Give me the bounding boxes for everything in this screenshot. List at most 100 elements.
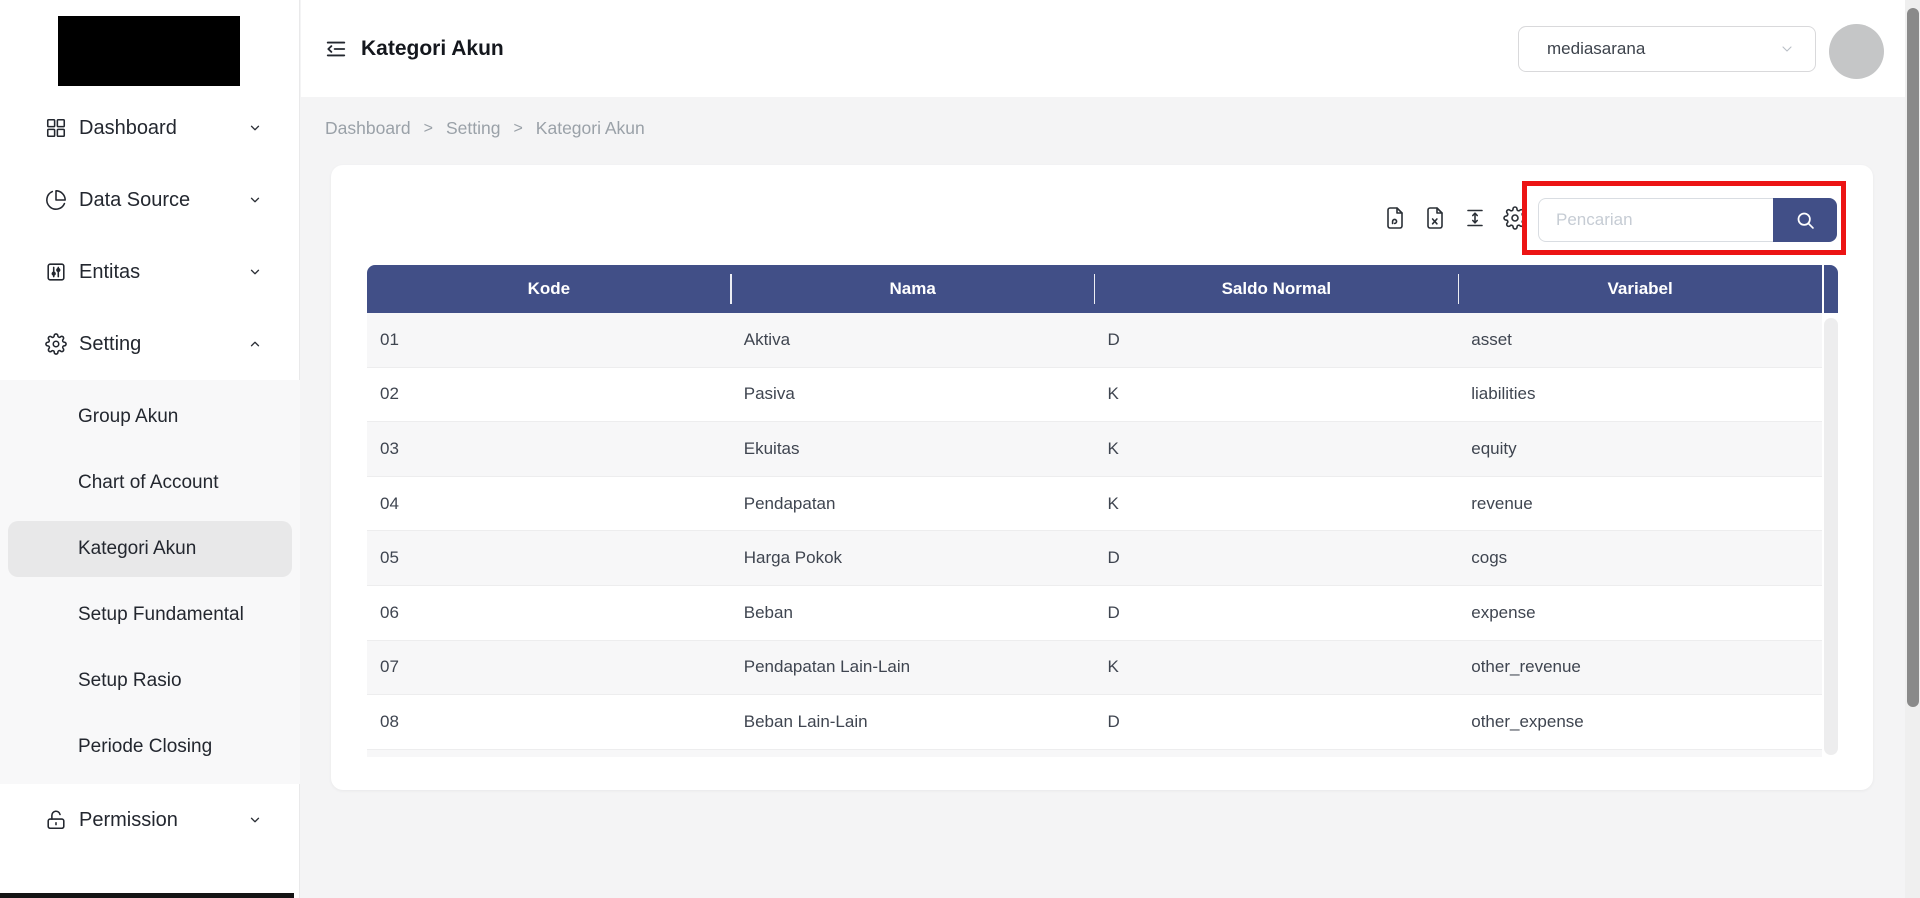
table-row: 08 Beban Lain-Lain D other_expense [367, 695, 1822, 750]
cell-kode: 05 [380, 548, 399, 568]
sidebar-item-setting[interactable]: Setting [0, 308, 300, 380]
column-header-kode: Kode [367, 265, 732, 313]
cell-saldo-normal: K [1107, 493, 1119, 513]
sidebar-collapse-button[interactable] [325, 38, 347, 60]
table-body: 01 Aktiva D asset 02 Pasiva K liabilitie… [367, 313, 1822, 757]
chevron-down-icon [248, 121, 262, 135]
chevron-up-icon [248, 337, 262, 351]
table-row: 02 Pasiva K liabilities [367, 367, 1822, 423]
cell-saldo-normal: K [1107, 438, 1119, 458]
main-content: Dashboard > Setting > Kategori Akun Penc… [301, 97, 1920, 898]
sidebar-item-label: Setting [79, 332, 142, 355]
sidebar-subitem-setup-rasio[interactable]: Setup Rasio [0, 648, 300, 714]
cell-nama: Aktiva [743, 329, 791, 349]
workspace-select[interactable]: mediasarana [1518, 26, 1816, 72]
cell-kode: 03 [380, 438, 399, 458]
table-card: Kode Nama Saldo Normal Variabel 01 Aktiv… [331, 165, 1873, 790]
breadcrumb: Dashboard > Setting > Kategori Akun [325, 118, 645, 139]
search-button[interactable] [1773, 198, 1837, 242]
unlock-icon [45, 809, 67, 831]
cell-kode: 02 [380, 384, 399, 404]
breadcrumb-item-setting[interactable]: Setting [446, 118, 500, 139]
table-row: 06 Beban D expense [367, 585, 1822, 641]
sliders-icon [45, 261, 67, 283]
search-icon [1797, 212, 1814, 229]
app-root: Dashboard Data Source Entitas Setting Gr… [0, 0, 1920, 898]
text-height-icon [1467, 209, 1483, 227]
column-header-variabel: Variabel [1607, 279, 1673, 298]
table-header-row: Kode Nama Saldo Normal Variabel [367, 265, 1822, 313]
chevron-down-icon [1782, 46, 1792, 52]
window-scrollbar-thumb[interactable] [1906, 8, 1919, 707]
cell-saldo-normal: D [1107, 548, 1120, 568]
window-scrollbar-track[interactable] [1905, 0, 1920, 898]
sidebar-item-label: Data Source [79, 188, 191, 211]
cell-kode: 08 [380, 711, 399, 731]
cell-variabel: asset [1471, 329, 1512, 349]
table-toolbar [1383, 206, 1527, 230]
table-row-partial [367, 749, 1822, 757]
cell-nama: Beban [743, 602, 793, 622]
cell-kode: 01 [380, 329, 399, 349]
sidebar-horizontal-scrollbar-thumb[interactable] [0, 893, 294, 898]
cell-nama: Pendapatan [743, 493, 836, 513]
subitem-label: Periode Closing [78, 736, 213, 757]
cell-saldo-normal: D [1107, 602, 1120, 622]
breadcrumb-separator: > [423, 119, 433, 137]
breadcrumb-item-dashboard[interactable]: Dashboard [325, 118, 411, 139]
cell-variabel: other_revenue [1471, 657, 1581, 677]
chevron-down-icon [248, 193, 262, 207]
table-vertical-scrollbar[interactable] [1824, 318, 1838, 755]
sidebar-subitem-setup-fundamental[interactable]: Setup Fundamental [0, 582, 300, 648]
sidebar-item-label: Dashboard [79, 116, 177, 139]
workspace-select-value: mediasarana [1547, 39, 1646, 58]
cell-variabel: expense [1471, 602, 1536, 622]
column-header-nama: Nama [731, 265, 1095, 313]
export-pdf-button[interactable] [1383, 206, 1407, 230]
cell-nama: Beban Lain-Lain [743, 711, 868, 731]
cell-variabel: cogs [1471, 548, 1508, 568]
app-logo [58, 16, 240, 86]
table-row: 01 Aktiva D asset [367, 313, 1822, 368]
breadcrumb-item-kategori-akun[interactable]: Kategori Akun [536, 118, 645, 139]
row-height-button[interactable] [1463, 206, 1487, 230]
sidebar: Dashboard Data Source Entitas Setting Gr… [0, 0, 300, 898]
cell-nama: Harga Pokok [743, 548, 843, 568]
table-row: 04 Pendapatan K revenue [367, 476, 1822, 532]
cell-saldo-normal: K [1107, 657, 1119, 677]
cell-kode: 07 [380, 657, 399, 677]
sidebar-subitem-chart-of-account[interactable]: Chart of Account [0, 450, 300, 516]
file-excel-icon [1427, 207, 1443, 229]
cell-saldo-normal: K [1107, 384, 1119, 404]
sidebar-subitem-group-akun[interactable]: Group Akun [0, 384, 300, 450]
cell-variabel: revenue [1471, 493, 1533, 513]
cell-variabel: other_expense [1471, 711, 1584, 731]
gear-icon [45, 333, 67, 355]
sidebar-item-dashboard[interactable]: Dashboard [0, 92, 300, 164]
dashboard-grid-icon [45, 117, 67, 139]
cell-nama: Ekuitas [743, 438, 800, 458]
sidebar-item-data-source[interactable]: Data Source [0, 164, 300, 236]
table-row: 03 Ekuitas K equity [367, 422, 1822, 477]
page-title: Kategori Akun [361, 36, 504, 60]
sidebar-item-entitas[interactable]: Entitas [0, 236, 300, 308]
table-settings-button[interactable] [1503, 206, 1527, 230]
cell-nama: Pasiva [743, 384, 795, 404]
column-header-saldo-normal: Saldo Normal [1095, 265, 1459, 313]
search-input[interactable] [1538, 198, 1773, 242]
subitem-label: Group Akun [78, 406, 179, 427]
pie-chart-icon [45, 189, 67, 211]
user-avatar[interactable] [1829, 24, 1884, 79]
subitem-label: Kategori Akun [78, 538, 197, 559]
sidebar-item-label: Entitas [79, 260, 141, 283]
cell-kode: 06 [380, 602, 399, 622]
sidebar-subitem-kategori-akun[interactable]: Kategori Akun [8, 521, 292, 577]
gear-icon [1503, 206, 1527, 230]
breadcrumb-separator: > [513, 119, 523, 137]
export-excel-button[interactable] [1423, 206, 1447, 230]
sidebar-subitem-periode-closing[interactable]: Periode Closing [0, 714, 300, 780]
chevron-down-icon [248, 265, 262, 279]
cell-kode: 04 [380, 493, 399, 513]
sidebar-item-permission[interactable]: Permission [0, 784, 300, 856]
cell-saldo-normal: D [1107, 329, 1120, 349]
